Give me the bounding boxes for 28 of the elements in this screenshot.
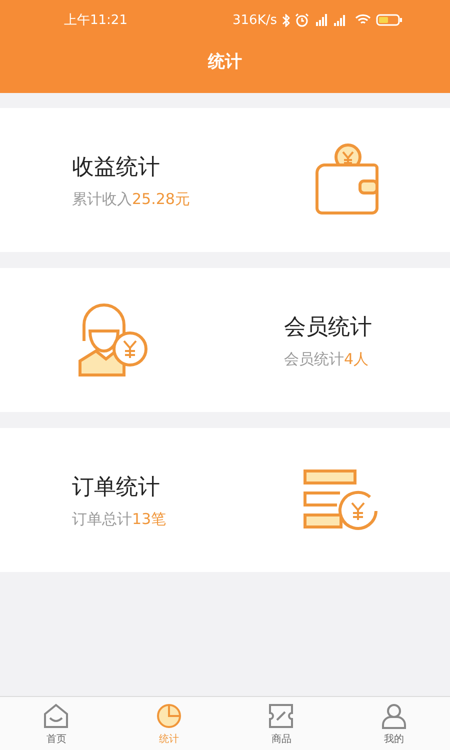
bluetooth-icon xyxy=(282,14,290,26)
person-coin-icon xyxy=(76,303,150,377)
card-value: 4人 xyxy=(344,350,369,368)
wifi-icon xyxy=(355,14,371,26)
pie-chart-icon xyxy=(154,702,183,730)
home-icon xyxy=(42,702,70,730)
coin-stack-icon xyxy=(302,467,380,533)
card-label: 订单总计 xyxy=(72,510,132,528)
card-title: 收益统计 xyxy=(72,154,161,182)
card-label: 会员统计 xyxy=(284,350,344,368)
nav-tab[interactable]: 商品 xyxy=(225,697,338,750)
card-value: 25.28元 xyxy=(132,190,190,208)
card-label: 累计收入 xyxy=(72,190,132,208)
nav-tab[interactable]: 我的 xyxy=(338,697,450,750)
nav-tab[interactable]: 首页 xyxy=(0,697,112,750)
card-title: 订单统计 xyxy=(72,474,161,502)
stat-card[interactable]: 会员统计 会员统计4人 xyxy=(0,268,450,412)
battery-icon xyxy=(376,14,402,26)
status-time: 上午11:21 xyxy=(64,12,128,29)
stat-card[interactable]: 订单统计 订单总计13笔 xyxy=(0,428,450,572)
coupon-icon xyxy=(267,702,296,730)
page-title: 统计 xyxy=(206,51,243,74)
person-icon xyxy=(380,702,408,730)
card-title: 会员统计 xyxy=(284,314,372,342)
stat-card[interactable]: 收益统计 累计收入25.28元 xyxy=(0,108,450,252)
network-speed: 316K/s xyxy=(232,12,277,28)
alarm-icon xyxy=(295,13,309,27)
card-value: 13笔 xyxy=(132,510,166,528)
